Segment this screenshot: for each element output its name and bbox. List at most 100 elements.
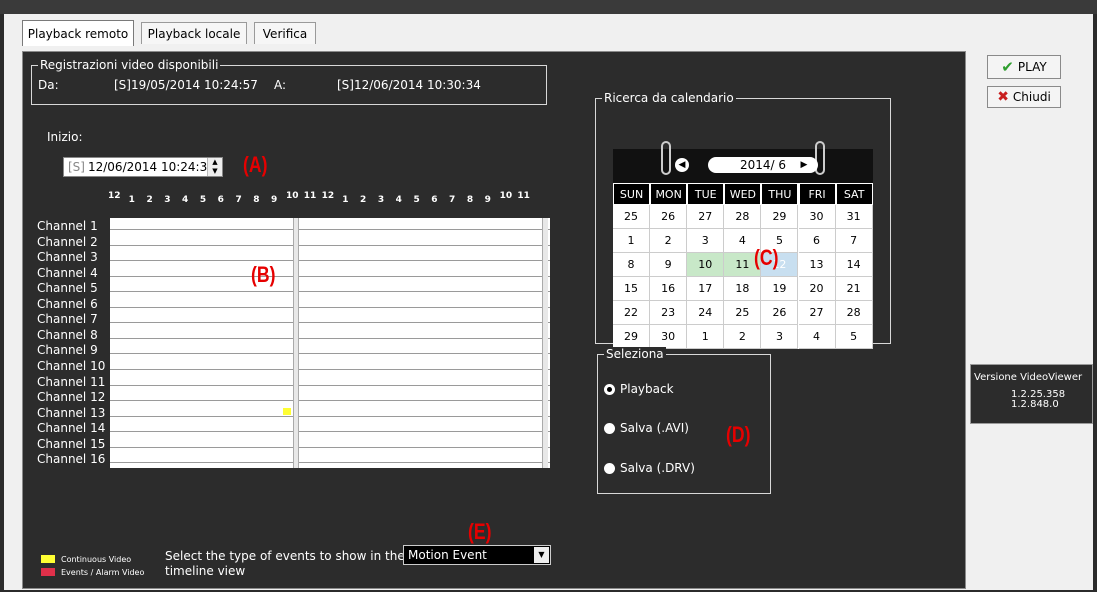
radio-salva-avi[interactable]: [604, 423, 615, 434]
annotation-e: (E): [468, 519, 492, 544]
calendar-day[interactable]: 6: [798, 229, 836, 253]
calendar-day[interactable]: 29: [613, 325, 651, 349]
check-icon: ✔: [1001, 58, 1014, 76]
calendar-weekday: FRI: [798, 183, 836, 205]
timeline-row[interactable]: [110, 342, 550, 355]
timeline-row[interactable]: [110, 327, 550, 339]
calendar-day[interactable]: 29: [761, 205, 799, 229]
timeline-row[interactable]: [110, 280, 550, 293]
calendar-day[interactable]: 5: [835, 325, 873, 349]
close-button[interactable]: ✖ Chiudi: [987, 86, 1061, 108]
timeline-row[interactable]: [110, 296, 550, 308]
calendar-day[interactable]: 17: [687, 277, 725, 301]
calendar-day[interactable]: 2: [650, 229, 688, 253]
calendar-day[interactable]: 1: [613, 229, 651, 253]
hour-tick: 11: [303, 191, 317, 201]
calendar-day[interactable]: 4: [798, 325, 836, 349]
tab-verifica[interactable]: Verifica: [254, 22, 316, 44]
tab-playback-locale[interactable]: Playback locale: [141, 22, 247, 44]
calendar-day[interactable]: 24: [687, 301, 725, 325]
calendar-day[interactable]: 10: [687, 253, 725, 277]
chevron-down-icon[interactable]: ▼: [534, 547, 549, 563]
annotation-b: (B): [251, 262, 276, 287]
a-label: A:: [274, 78, 287, 92]
calendar-weekday: SUN: [613, 183, 651, 205]
calendar-day[interactable]: 23: [650, 301, 688, 325]
calendar-day[interactable]: 18: [724, 277, 762, 301]
calendar-day[interactable]: 8: [613, 253, 651, 277]
channel-label: Channel 6: [37, 296, 98, 311]
calendar-day[interactable]: 19: [761, 277, 799, 301]
timeline-row[interactable]: [110, 218, 550, 230]
channel-label: Channel 7: [37, 312, 98, 327]
calendar-day[interactable]: 27: [798, 301, 836, 325]
calendar-day[interactable]: 3: [687, 229, 725, 253]
event-type-label-1: Select the type of events to show in the: [165, 549, 405, 563]
calendar[interactable]: ◀ 2014/ 6 ▶ SUN MON TUE WED THU FRI SAT 25 26 27 2…: [613, 141, 873, 349]
radio-salva-drv[interactable]: [604, 463, 615, 474]
event-type-value: Motion Event: [408, 548, 487, 562]
tab-playback-remoto[interactable]: Playback remoto: [22, 20, 134, 46]
hour-tick: 12: [108, 191, 121, 201]
annotation-c: (C): [754, 245, 779, 270]
calendar-day[interactable]: 26: [761, 301, 799, 325]
timeline-grid[interactable]: [110, 218, 550, 468]
timeline-row[interactable]: [110, 389, 550, 402]
hour-tick: 8: [466, 195, 474, 205]
channel-label: Channel 16: [37, 452, 106, 467]
calendar-weekday: WED: [724, 183, 762, 205]
calendar-day[interactable]: 16: [650, 277, 688, 301]
timeline-row[interactable]: [110, 358, 550, 370]
timeline-row[interactable]: [110, 436, 550, 448]
calendar-day[interactable]: 2: [724, 325, 762, 349]
radio-playback[interactable]: [604, 384, 615, 395]
calendar-day[interactable]: 28: [835, 301, 873, 325]
event-type-dropdown[interactable]: Motion Event ▼: [403, 545, 551, 565]
available-legend: Registrazioni video disponibili: [38, 58, 221, 72]
calendar-day[interactable]: 20: [798, 277, 836, 301]
calendar-day[interactable]: 15: [613, 277, 651, 301]
timeline-row[interactable]: [110, 420, 550, 433]
timeline-row[interactable]: [110, 265, 550, 277]
prev-month-icon[interactable]: ◀: [675, 158, 689, 172]
timeline-row[interactable]: [110, 451, 550, 464]
calendar-day[interactable]: 25: [724, 301, 762, 325]
hour-tick: 9: [271, 195, 278, 205]
calendar-day[interactable]: 21: [835, 277, 873, 301]
calendar-day[interactable]: 30: [798, 205, 836, 229]
spin-arrows-icon[interactable]: ▲ ▼: [207, 158, 222, 176]
select-legend: Seleziona: [604, 347, 666, 361]
hour-tick: 1: [342, 195, 349, 205]
start-datetime-input[interactable]: [S] 12/06/2014 10:24:32 ▲ ▼: [63, 157, 223, 177]
event-marker-channel-13[interactable]: [283, 408, 291, 415]
channel-label: Channel 3: [37, 250, 98, 265]
calendar-day[interactable]: 9: [650, 253, 688, 277]
annotation-d: (D): [726, 422, 751, 447]
calendar-day[interactable]: 3: [761, 325, 799, 349]
calendar-day[interactable]: 30: [650, 325, 688, 349]
calendar-day[interactable]: 7: [835, 229, 873, 253]
channel-label: Channel 2: [37, 234, 98, 249]
calendar-day[interactable]: 28: [724, 205, 762, 229]
timeline-row[interactable]: [110, 405, 550, 417]
calendar-day[interactable]: 14: [835, 253, 873, 277]
timeline-scrollbar[interactable]: [542, 218, 548, 468]
calendar-day[interactable]: 25: [613, 205, 651, 229]
hour-tick: 2: [360, 195, 367, 205]
calendar-day[interactable]: 31: [835, 205, 873, 229]
channel-label: Channel 4: [37, 265, 98, 280]
timeline-row[interactable]: [110, 311, 550, 324]
next-month-icon[interactable]: ▶: [797, 158, 811, 172]
calendar-day[interactable]: 13: [798, 253, 836, 277]
timeline-row[interactable]: [110, 374, 550, 386]
calendar-day[interactable]: 1: [687, 325, 725, 349]
calendar-day[interactable]: 27: [687, 205, 725, 229]
option-salva-drv-label: Salva (.DRV): [620, 461, 695, 475]
hour-tick: 6: [431, 195, 438, 205]
timeline-row[interactable]: [110, 249, 550, 262]
da-label: Da:: [38, 78, 59, 92]
play-button[interactable]: ✔ PLAY: [987, 55, 1061, 79]
calendar-day[interactable]: 22: [613, 301, 651, 325]
calendar-day[interactable]: 26: [650, 205, 688, 229]
timeline-row[interactable]: [110, 234, 550, 246]
